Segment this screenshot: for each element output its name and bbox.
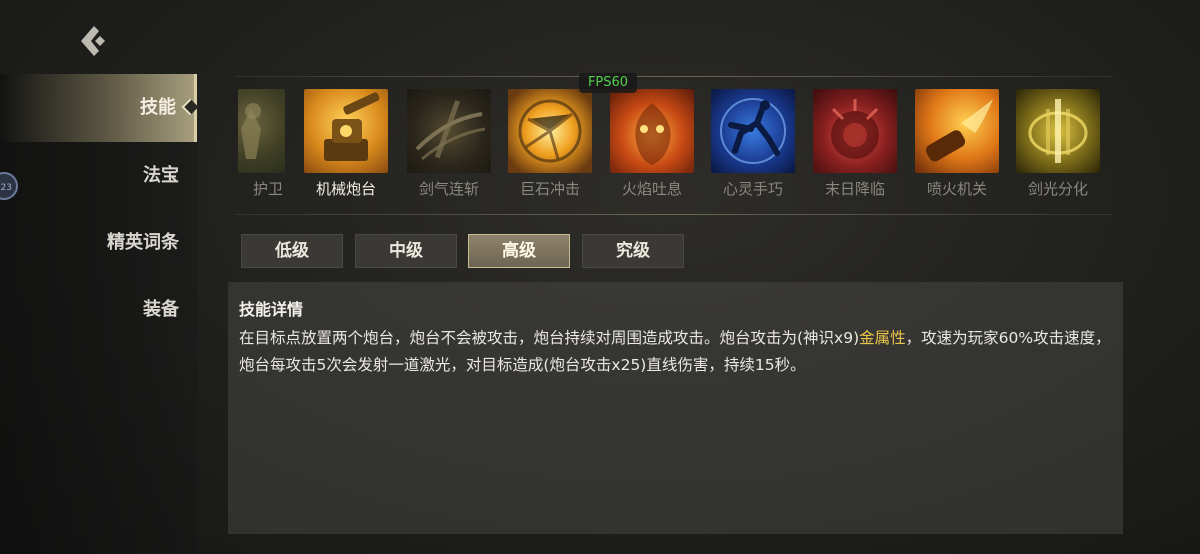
sidebar-item-label: 技能 (140, 97, 176, 118)
tab-ultimate[interactable]: 究级 (582, 234, 684, 268)
sidebar: 技能 法宝 精英词条 装备 (0, 74, 197, 554)
skill-item-flamethrower[interactable]: 喷火机关 (915, 89, 999, 199)
skill-label: 火焰吐息 (621, 180, 682, 198)
skill-label: 巨石冲击 (519, 180, 580, 198)
boulder-impact-icon (508, 89, 592, 173)
sidebar-item-treasure[interactable]: 法宝 (0, 142, 179, 210)
dexterity-icon (711, 89, 795, 173)
skill-label: 心灵手巧 (722, 180, 783, 198)
skill-item-doom[interactable]: 末日降临 (813, 89, 897, 199)
sidebar-item-elite-affixes[interactable]: 精英词条 (0, 209, 179, 277)
doom-icon (813, 89, 897, 173)
tab-low[interactable]: 低级 (241, 234, 343, 268)
skill-label: 护卫 (252, 180, 283, 198)
skill-item-guardian[interactable]: 护卫 (238, 89, 285, 199)
skill-detail-panel: 技能详情 在目标点放置两个炮台，炮台不会被攻击，炮台持续对周围造成攻击。炮台攻击… (228, 282, 1123, 534)
skill-item-cannon-turret[interactable]: 机械炮台 (304, 89, 388, 199)
flamethrower-icon (915, 89, 999, 173)
skill-item-sword-split[interactable]: 剑光分化 (1016, 89, 1100, 199)
sidebar-item-equipment[interactable]: 装备 (0, 276, 179, 344)
sidebar-item-label: 法宝 (143, 165, 179, 186)
sword-slash-icon (407, 89, 491, 173)
fire-breath-icon (610, 89, 694, 173)
skill-item-fire-breath[interactable]: 火焰吐息 (610, 89, 694, 199)
skill-item-sword-slash[interactable]: 剑气连斩 (407, 89, 491, 199)
divider (236, 76, 1112, 77)
skill-label: 末日降临 (824, 180, 885, 198)
tab-mid[interactable]: 中级 (355, 234, 457, 268)
attribute-highlight: 金属性 (859, 329, 906, 347)
sidebar-item-label: 装备 (143, 299, 179, 320)
skill-label: 剑气连斩 (418, 180, 479, 198)
skill-item-dexterity[interactable]: 心灵手巧 (711, 89, 795, 199)
skill-list[interactable]: 护卫 机械炮台 剑气连斩 巨石冲击 火焰吐息 心灵手巧 末日降临 喷火机关 剑光… (238, 89, 1110, 199)
fps-counter: FPS60 (579, 73, 637, 93)
skill-label: 喷火机关 (926, 180, 987, 198)
back-arrow-icon (81, 26, 105, 56)
skill-item-boulder-impact[interactable]: 巨石冲击 (508, 89, 592, 199)
skill-label: 机械炮台 (315, 180, 376, 198)
sidebar-item-label: 精英词条 (107, 232, 179, 253)
description-text: 在目标点放置两个炮台，炮台不会被攻击，炮台持续对周围造成攻击。炮台攻击为(神识x… (239, 329, 860, 347)
tab-high[interactable]: 高级 (468, 234, 570, 268)
back-button[interactable] (78, 24, 110, 58)
detail-title: 技能详情 (239, 300, 304, 319)
sword-split-icon (1016, 89, 1100, 173)
detail-description: 在目标点放置两个炮台，炮台不会被攻击，炮台持续对周围造成攻击。炮台攻击为(神识x… (239, 325, 1115, 379)
divider (236, 214, 1112, 215)
sidebar-item-skills[interactable]: 技能 (0, 74, 197, 142)
guardian-icon (238, 89, 285, 173)
skill-label: 剑光分化 (1027, 180, 1088, 198)
cannon-turret-icon (304, 89, 388, 173)
